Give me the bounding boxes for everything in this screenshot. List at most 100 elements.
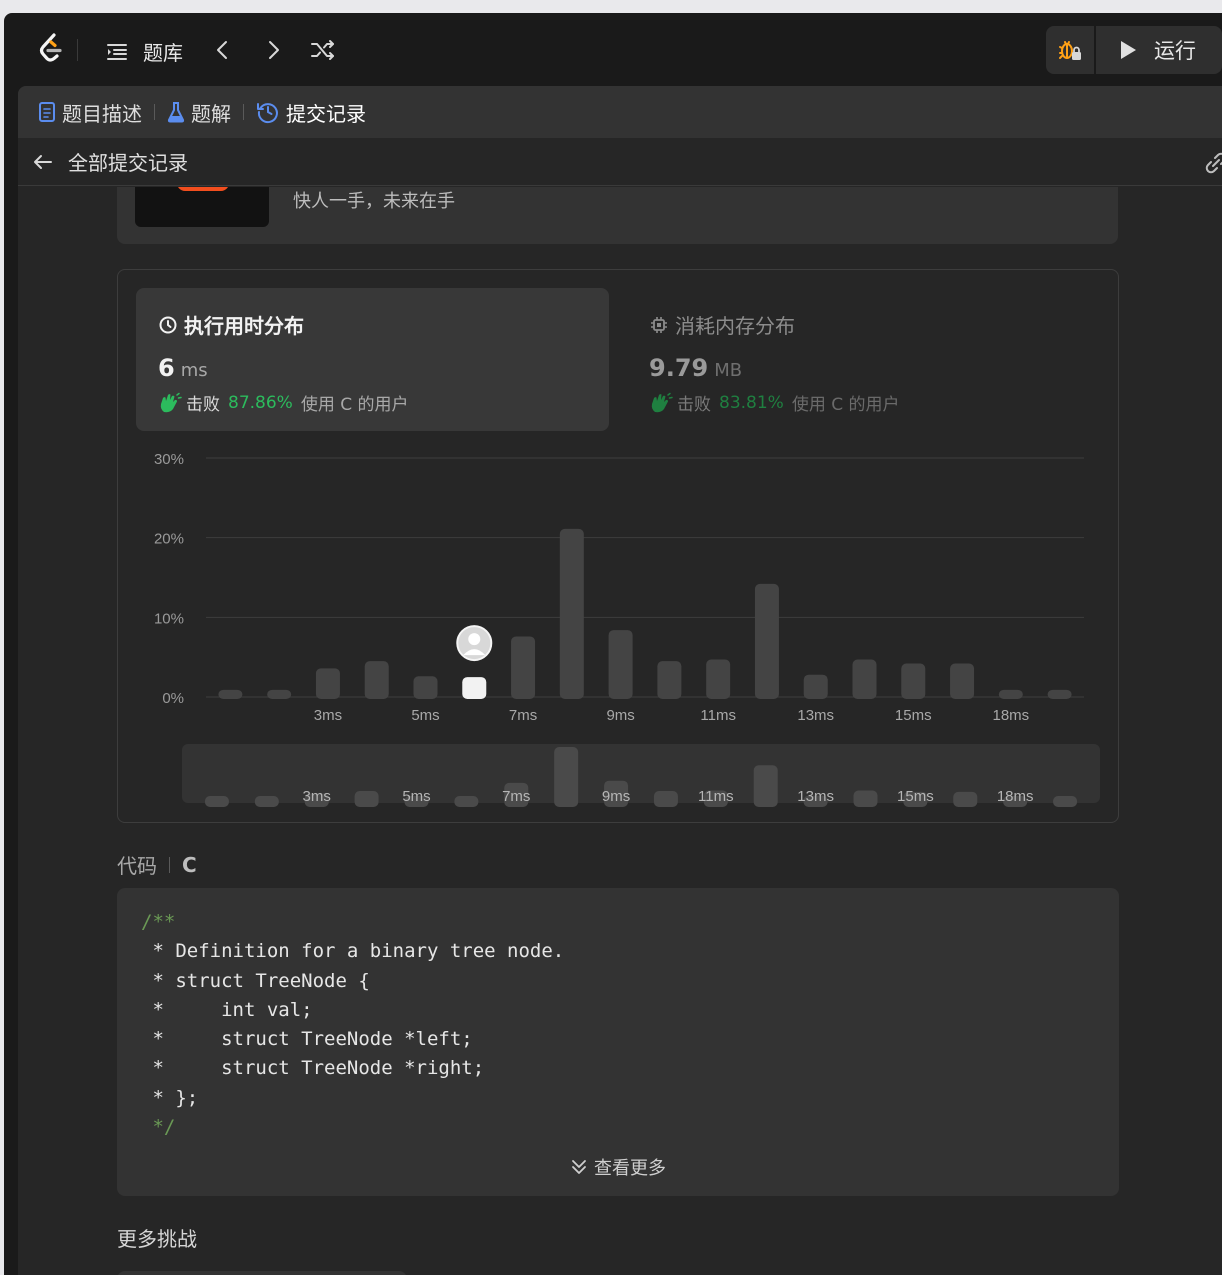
bar[interactable] — [608, 630, 633, 699]
runtime-distribution-chart[interactable]: 0% 10% 20% 30% 3ms 5ms 7ms 9ms 11ms 13ms 15ms 18ms 3… — [118, 270, 1120, 824]
avatar-head — [468, 633, 481, 646]
show-more-button[interactable]: 查看更多 — [117, 1154, 1119, 1180]
tab-solutions-label: 题解 — [191, 101, 231, 126]
prev-problem-button[interactable] — [212, 38, 234, 62]
bar[interactable] — [315, 668, 340, 699]
tab-description-label: 题目描述 — [62, 101, 142, 126]
code-section-label: 代码 C — [117, 850, 197, 879]
code-line: * struct TreeNode *right; — [141, 1057, 485, 1080]
problem-list-label: 题库 — [143, 41, 183, 65]
code-line: /** — [141, 911, 176, 933]
mini-tick-label: 18ms — [997, 788, 1034, 805]
code-label: 代码 — [117, 854, 157, 878]
mini-bar — [554, 746, 579, 807]
problem-list-button[interactable]: 题库 — [105, 37, 183, 66]
promo-text: 快人一手，未来在手 — [293, 191, 455, 212]
tab-submissions-label: 提交记录 — [286, 101, 366, 126]
bar[interactable] — [803, 674, 828, 699]
app-window: 题库 运行 题目描述 题解 提交记录 全部提交记录 快人一手，未来在手 执行用时… — [4, 13, 1222, 1275]
tab-solutions[interactable]: 题解 — [167, 86, 231, 138]
mini-bar — [254, 796, 279, 807]
promo-banner[interactable]: 快人一手，未来在手 › — [117, 187, 1118, 244]
divider — [243, 104, 244, 120]
mini-tick-label: 5ms — [402, 788, 430, 805]
run-label: 运行 — [1154, 39, 1196, 63]
submission-panel: 题目描述 题解 提交记录 全部提交记录 快人一手，未来在手 › — [18, 86, 1222, 1275]
x-tick-label: 5ms — [411, 707, 439, 724]
x-tick-label: 18ms — [992, 707, 1029, 724]
run-group: 运行 — [1046, 26, 1222, 74]
mini-bar — [204, 796, 229, 807]
bar[interactable] — [218, 689, 243, 699]
bar[interactable] — [1047, 689, 1072, 699]
flask-icon — [167, 102, 185, 123]
mini-tick-label: 15ms — [897, 788, 934, 805]
bug-lock-icon — [1059, 41, 1081, 60]
show-more-label: 查看更多 — [594, 1158, 666, 1179]
promo-image — [135, 187, 269, 227]
tab-submissions[interactable]: 提交记录 — [256, 86, 366, 138]
bar[interactable] — [511, 636, 536, 699]
code-line: * }; — [141, 1086, 199, 1109]
history-icon — [257, 103, 278, 124]
all-submissions-link[interactable]: 全部提交记录 — [68, 147, 188, 176]
top-bar: 题库 运行 — [4, 13, 1222, 85]
more-challenges-title: 更多挑战 — [117, 1227, 197, 1251]
divider — [77, 39, 78, 61]
bar[interactable] — [413, 676, 438, 699]
chevron-left-icon — [217, 41, 227, 59]
double-chevron-down-icon — [572, 1160, 586, 1174]
link-icon[interactable] — [1202, 152, 1222, 174]
bar[interactable] — [754, 583, 779, 699]
mini-tick-label: 9ms — [602, 788, 630, 805]
mini-bar — [753, 765, 778, 807]
code-line: * int val; — [141, 998, 313, 1021]
mini-bar — [953, 791, 978, 807]
bar[interactable] — [364, 661, 389, 699]
leetcode-logo-icon[interactable] — [34, 31, 68, 65]
x-tick-label: 9ms — [606, 707, 634, 724]
panel-tabs: 题目描述 题解 提交记录 — [18, 86, 1222, 138]
x-tick-label: 13ms — [797, 707, 834, 724]
y-tick-label: 10% — [154, 610, 184, 627]
play-icon — [1121, 41, 1136, 59]
run-button[interactable]: 运行 — [1096, 26, 1222, 74]
mini-tick-label: 3ms — [303, 788, 331, 805]
mini-bar — [354, 791, 379, 807]
bar[interactable] — [950, 663, 975, 699]
bar[interactable] — [657, 661, 682, 699]
mini-tick-label: 13ms — [797, 788, 834, 805]
mini-tick-label: 7ms — [502, 788, 530, 805]
code-text: /** * Definition for a binary tree node.… — [141, 908, 564, 1142]
debug-button[interactable] — [1046, 26, 1094, 74]
code-line: * struct TreeNode *left; — [141, 1028, 473, 1051]
x-tick-label: 11ms — [700, 707, 736, 724]
y-tick-label: 20% — [154, 531, 184, 548]
arrow-left-icon[interactable] — [32, 151, 54, 173]
code-line: * Definition for a binary tree node. — [141, 940, 565, 963]
bar[interactable] — [706, 659, 731, 699]
next-problem-button[interactable] — [262, 38, 284, 62]
mini-bar — [1053, 796, 1078, 807]
tab-description[interactable]: 题目描述 — [38, 86, 142, 138]
bar[interactable] — [901, 663, 926, 699]
bar[interactable] — [852, 659, 877, 699]
scroll-area[interactable]: 快人一手，未来在手 › 执行用时分布 6ms 击败 87.86% 使用 C 的用… — [18, 187, 1222, 1275]
x-tick-label: 3ms — [314, 707, 342, 724]
y-tick-label: 30% — [154, 451, 184, 468]
more-challenges-card[interactable] — [117, 1271, 407, 1275]
chevron-right-icon — [269, 41, 279, 59]
divider — [154, 104, 155, 120]
code-line: * struct TreeNode { — [141, 969, 370, 992]
stats-card: 执行用时分布 6 ms 击败 87.86% 使用 C 的用户 消耗内存分布 9.… — [117, 269, 1119, 823]
mini-bar — [454, 796, 479, 807]
y-tick-label: 0% — [162, 690, 184, 707]
bar-highlight[interactable] — [462, 677, 487, 699]
bar[interactable] — [559, 528, 584, 699]
submission-subbar: 全部提交记录 — [18, 138, 1222, 186]
random-problem-button[interactable] — [310, 38, 336, 62]
code-language: C — [182, 852, 197, 877]
bar[interactable] — [267, 689, 292, 699]
bar[interactable] — [998, 689, 1023, 699]
code-block[interactable]: /** * Definition for a binary tree node.… — [117, 888, 1119, 1196]
